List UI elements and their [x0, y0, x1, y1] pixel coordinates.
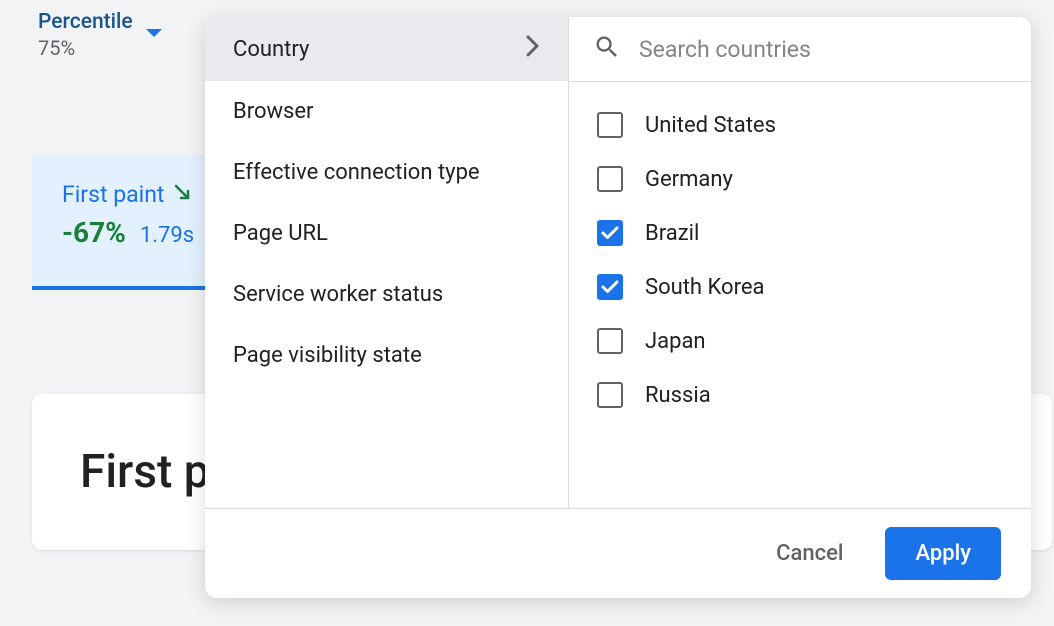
option-label: Brazil: [645, 221, 699, 246]
popup-footer: Cancel Apply: [205, 508, 1031, 598]
percentile-label: Percentile: [38, 10, 133, 34]
checkbox[interactable]: [597, 166, 623, 192]
metric-title: First paint: [62, 181, 164, 208]
cancel-button[interactable]: Cancel: [764, 531, 855, 576]
apply-button[interactable]: Apply: [885, 527, 1001, 580]
popup-body: Country Browser Effective connection type P…: [205, 17, 1031, 508]
option-label: Germany: [645, 167, 733, 192]
search-row: [569, 17, 1031, 82]
category-item[interactable]: Browser: [205, 81, 568, 142]
percentile-text: Percentile 75%: [38, 10, 133, 60]
category-item[interactable]: Country: [205, 17, 568, 81]
category-item[interactable]: Page visibility state: [205, 325, 568, 386]
option-item[interactable]: South Korea: [569, 260, 1031, 314]
category-label: Page visibility state: [233, 343, 422, 368]
search-input[interactable]: [639, 36, 1007, 63]
options-list: United States Germany Brazil South Korea Jap…: [569, 82, 1031, 508]
percentile-value: 75%: [38, 36, 133, 60]
option-item[interactable]: Brazil: [569, 206, 1031, 260]
chevron-right-icon: [526, 35, 540, 63]
option-item[interactable]: United States: [569, 98, 1031, 152]
category-list: Country Browser Effective connection type P…: [205, 17, 569, 508]
category-label: Page URL: [233, 221, 328, 246]
checkbox[interactable]: [597, 328, 623, 354]
checkbox[interactable]: [597, 382, 623, 408]
category-item[interactable]: Service worker status: [205, 264, 568, 325]
category-label: Effective connection type: [233, 160, 480, 185]
category-item[interactable]: Page URL: [205, 203, 568, 264]
option-item[interactable]: Japan: [569, 314, 1031, 368]
checkbox[interactable]: [597, 274, 623, 300]
dropdown-arrow-icon: [145, 24, 163, 43]
percentile-filter[interactable]: Percentile 75%: [38, 10, 163, 60]
filter-popup: Country Browser Effective connection type P…: [205, 17, 1031, 598]
checkbox[interactable]: [597, 220, 623, 246]
category-label: Browser: [233, 99, 314, 124]
option-label: South Korea: [645, 275, 764, 300]
metric-percent: -67%: [62, 216, 126, 249]
option-label: Russia: [645, 383, 711, 408]
trend-down-icon: [174, 183, 194, 207]
option-label: United States: [645, 113, 776, 138]
metric-time: 1.79s: [140, 223, 194, 248]
category-label: Service worker status: [233, 282, 443, 307]
option-item[interactable]: Germany: [569, 152, 1031, 206]
option-label: Japan: [645, 329, 706, 354]
option-item[interactable]: Russia: [569, 368, 1031, 422]
category-label: Country: [233, 37, 309, 62]
category-item[interactable]: Effective connection type: [205, 142, 568, 203]
options-panel: United States Germany Brazil South Korea Jap…: [569, 17, 1031, 508]
search-icon: [593, 33, 621, 65]
checkbox[interactable]: [597, 112, 623, 138]
page-title: First p: [80, 445, 210, 499]
